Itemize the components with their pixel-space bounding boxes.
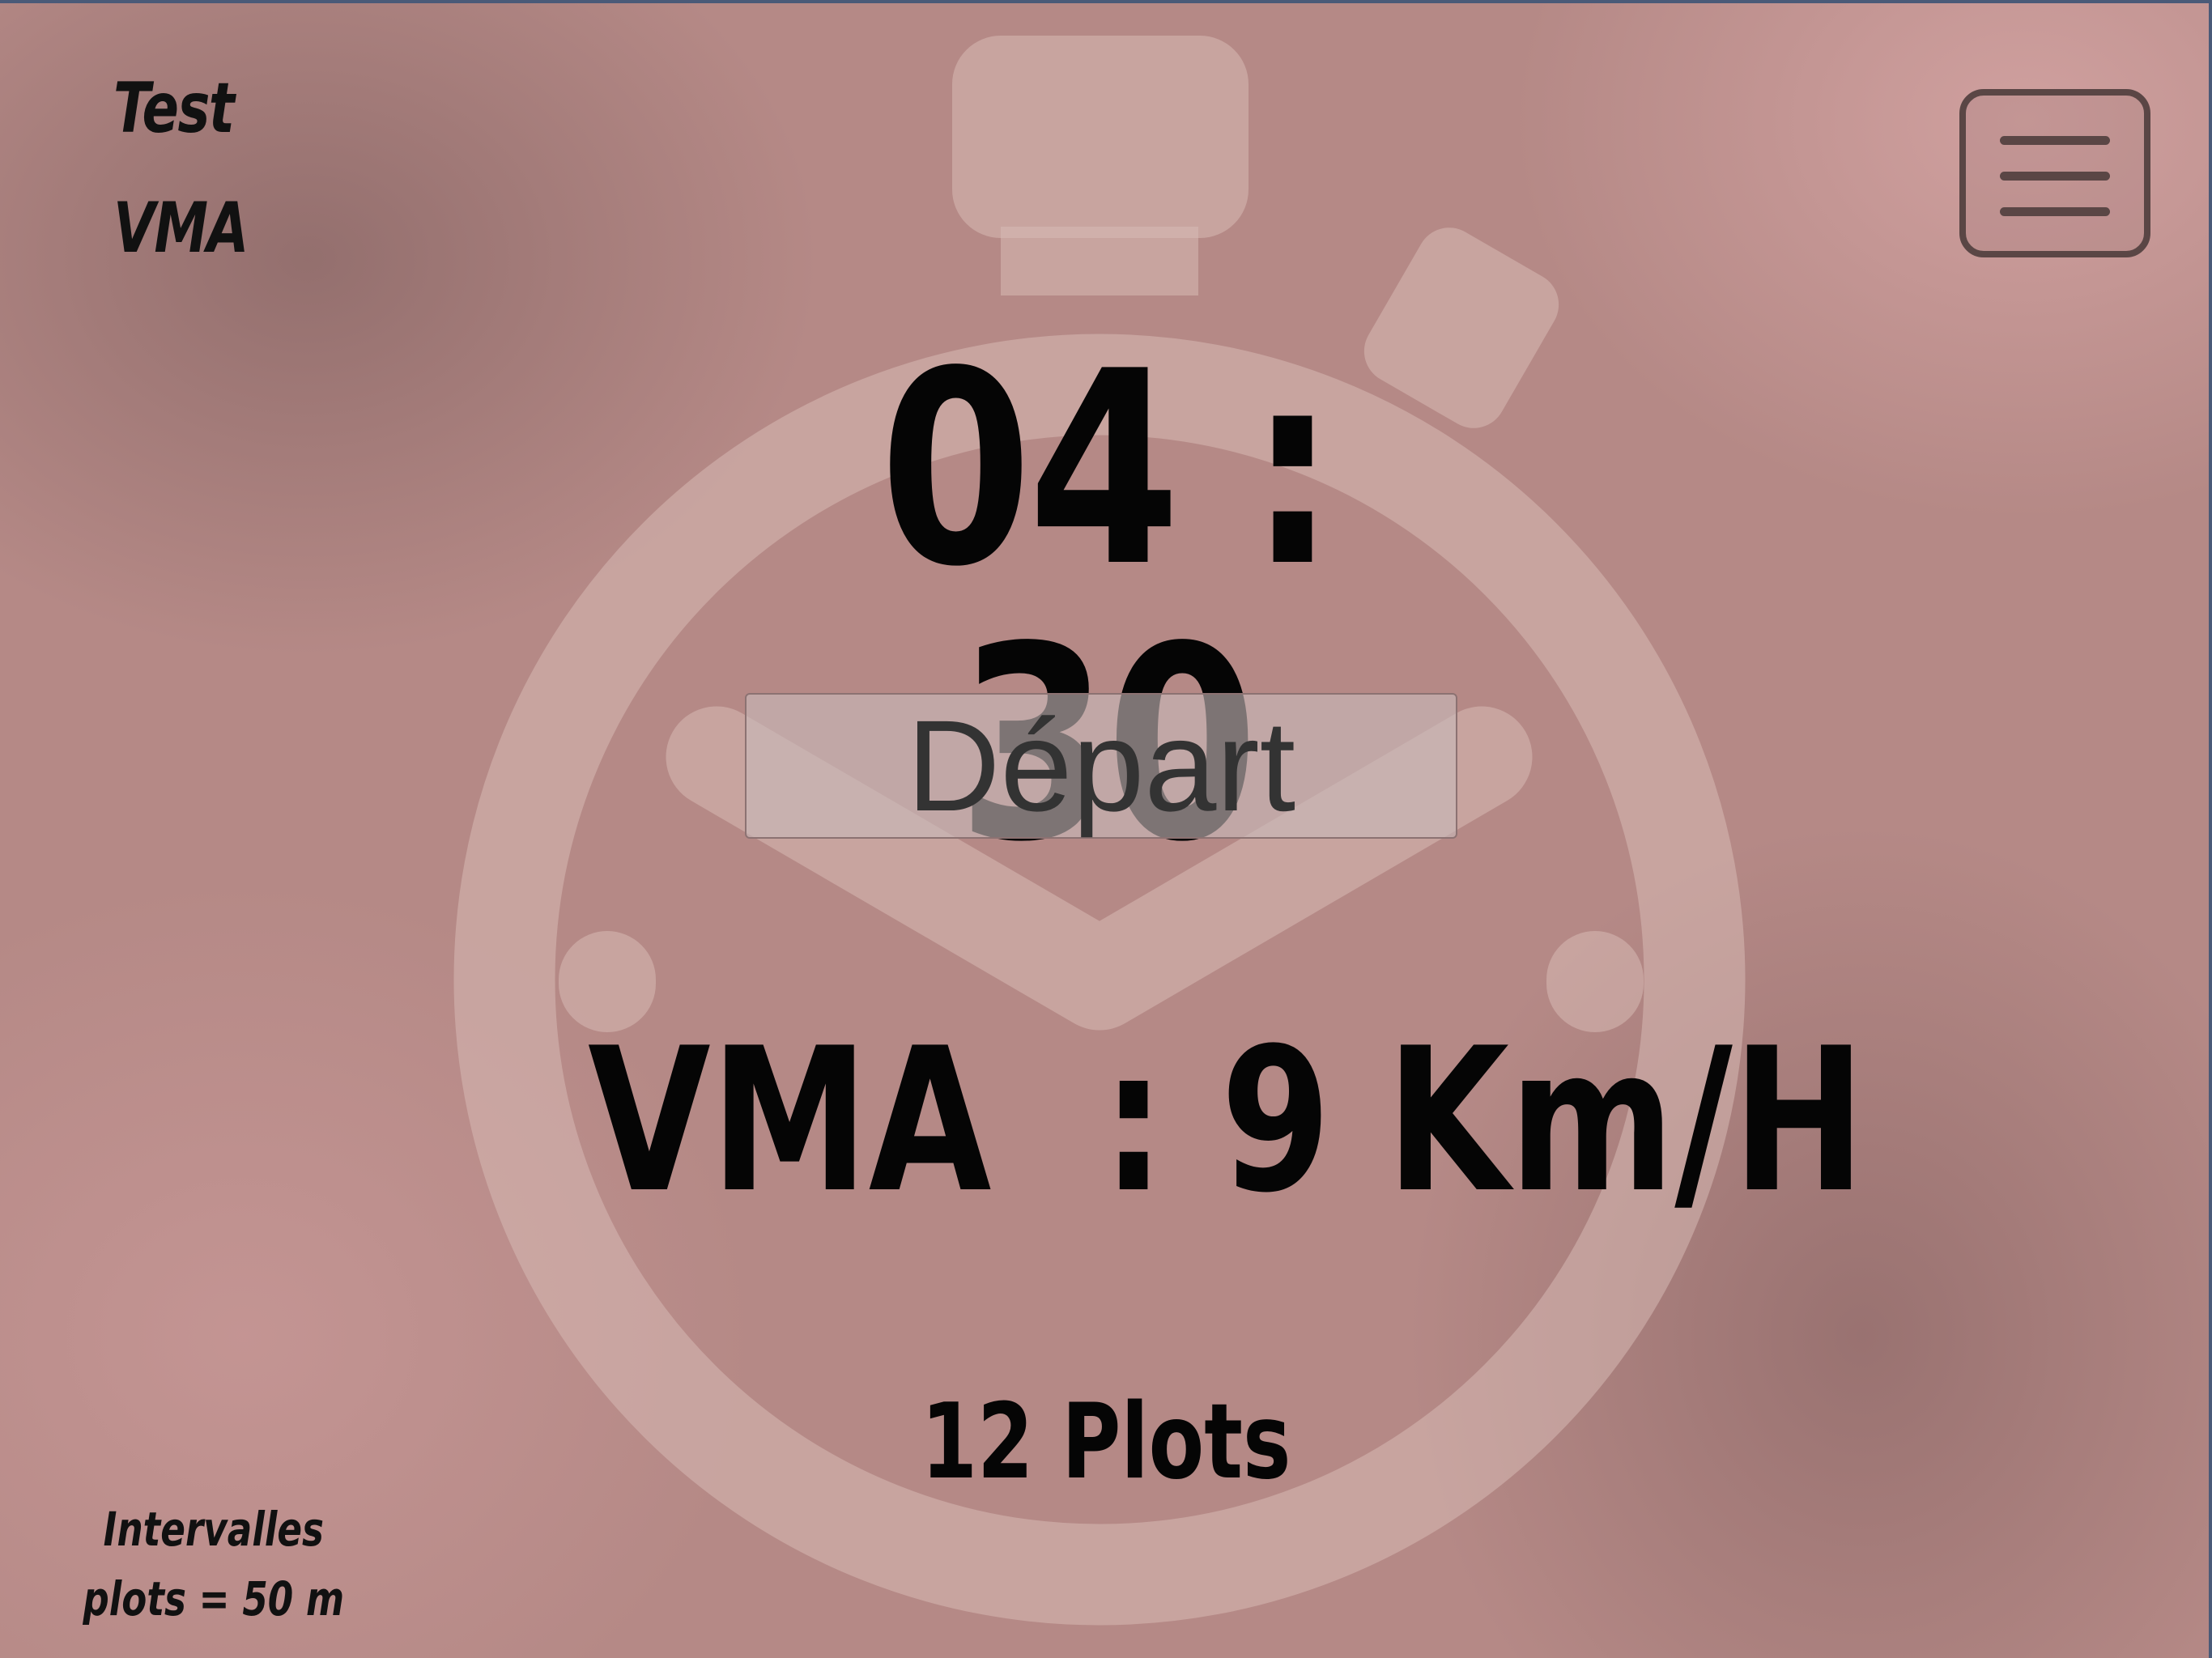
- app-title-line-2: VMA: [113, 188, 249, 269]
- plots-count: 12 Plots: [921, 1382, 1291, 1503]
- interval-info-line-2: plots = 50 m: [83, 1571, 345, 1626]
- app-title-line-1: Test: [113, 68, 235, 149]
- menu-bar-top: [2000, 136, 2110, 145]
- start-button[interactable]: Départ: [745, 693, 1457, 839]
- menu-bar-bottom: [2000, 207, 2110, 216]
- menu-bar-middle: [2000, 172, 2110, 181]
- app-title: Test VMA: [113, 49, 278, 288]
- interval-info: Intervalles plots = 50 m: [81, 1494, 347, 1634]
- menu-button[interactable]: [1959, 89, 2150, 257]
- vma-result: VMA : 9 Km/H: [588, 1005, 1865, 1236]
- interval-info-line-1: Intervalles: [103, 1502, 324, 1557]
